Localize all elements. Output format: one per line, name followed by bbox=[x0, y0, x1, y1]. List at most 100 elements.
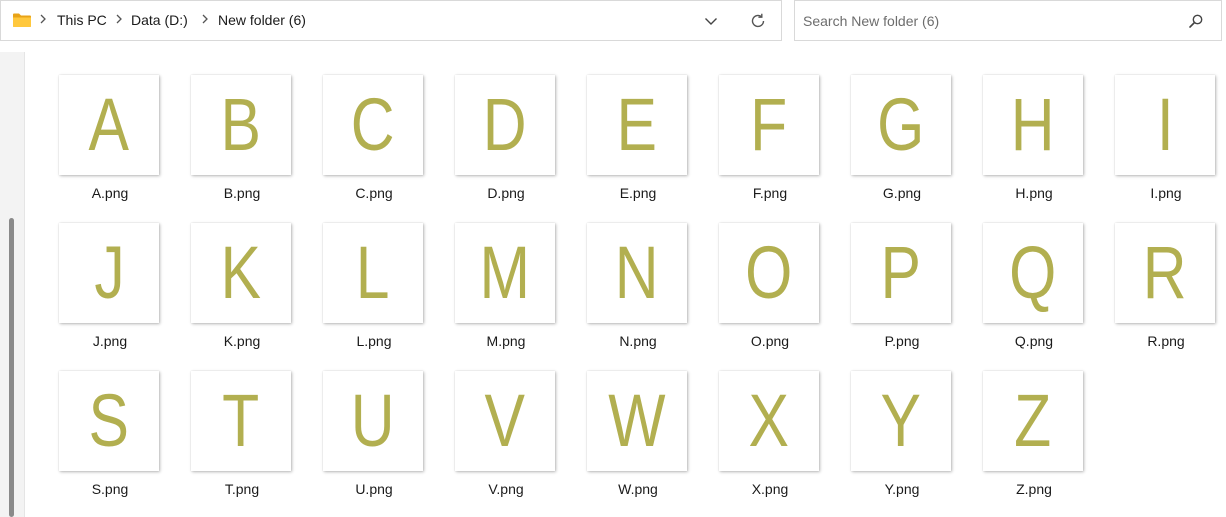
file-item[interactable]: Y Y.png bbox=[842, 364, 962, 504]
file-item[interactable]: T T.png bbox=[182, 364, 302, 504]
file-item[interactable]: F F.png bbox=[710, 68, 830, 208]
file-thumbnail[interactable]: L bbox=[323, 223, 423, 323]
file-item[interactable]: J J.png bbox=[50, 216, 170, 356]
file-thumbnail[interactable]: M bbox=[455, 223, 555, 323]
file-item[interactable]: E E.png bbox=[578, 68, 698, 208]
file-item[interactable]: I I.png bbox=[1106, 68, 1226, 208]
file-thumbnail[interactable]: R bbox=[1115, 223, 1215, 323]
file-name-label[interactable]: H.png bbox=[974, 185, 1094, 201]
file-name-label[interactable]: E.png bbox=[578, 185, 698, 201]
file-thumbnail[interactable]: G bbox=[851, 75, 951, 175]
file-thumbnail[interactable]: Z bbox=[983, 371, 1083, 471]
file-name-label[interactable]: R.png bbox=[1106, 333, 1226, 349]
file-name-label[interactable]: M.png bbox=[446, 333, 566, 349]
file-thumbnail[interactable]: O bbox=[719, 223, 819, 323]
file-item[interactable]: Q Q.png bbox=[974, 216, 1094, 356]
chevron-right-icon[interactable] bbox=[115, 13, 123, 28]
thumbnail-letter: W bbox=[608, 379, 666, 462]
pane-divider[interactable] bbox=[24, 52, 25, 517]
file-name-label[interactable]: C.png bbox=[314, 185, 434, 201]
file-thumbnail[interactable]: E bbox=[587, 75, 687, 175]
file-item[interactable]: V V.png bbox=[446, 364, 566, 504]
file-item[interactable]: C C.png bbox=[314, 68, 434, 208]
file-item[interactable]: A A.png bbox=[50, 68, 170, 208]
file-name-label[interactable]: Y.png bbox=[842, 481, 962, 497]
file-thumbnail[interactable]: X bbox=[719, 371, 819, 471]
file-name-label[interactable]: P.png bbox=[842, 333, 962, 349]
file-name-label[interactable]: O.png bbox=[710, 333, 830, 349]
search-box[interactable] bbox=[794, 0, 1222, 41]
chevron-right-icon[interactable] bbox=[201, 13, 209, 28]
file-item[interactable]: R R.png bbox=[1106, 216, 1226, 356]
breadcrumb-this-pc[interactable]: This PC bbox=[57, 12, 107, 28]
file-name-label[interactable]: X.png bbox=[710, 481, 830, 497]
thumbnail-letter: X bbox=[748, 379, 790, 462]
file-thumbnail[interactable]: C bbox=[323, 75, 423, 175]
file-item[interactable]: D D.png bbox=[446, 68, 566, 208]
file-thumbnail[interactable]: W bbox=[587, 371, 687, 471]
breadcrumb-current-folder[interactable]: New folder (6) bbox=[218, 12, 306, 28]
file-thumbnail[interactable]: N bbox=[587, 223, 687, 323]
file-item[interactable]: U U.png bbox=[314, 364, 434, 504]
file-name-label[interactable]: N.png bbox=[578, 333, 698, 349]
file-name-label[interactable]: V.png bbox=[446, 481, 566, 497]
file-thumbnail[interactable]: U bbox=[323, 371, 423, 471]
file-item[interactable]: M M.png bbox=[446, 216, 566, 356]
chevron-right-icon[interactable] bbox=[39, 13, 47, 28]
file-thumbnail[interactable]: V bbox=[455, 371, 555, 471]
file-thumbnail[interactable]: H bbox=[983, 75, 1083, 175]
file-name-label[interactable]: U.png bbox=[314, 481, 434, 497]
file-item[interactable]: B B.png bbox=[182, 68, 302, 208]
file-name-label[interactable]: A.png bbox=[50, 185, 170, 201]
file-grid: A A.png B B.png C C.png D D.png E E.png F F.png G G.p… bbox=[50, 68, 1226, 517]
file-name-label[interactable]: I.png bbox=[1106, 185, 1226, 201]
file-name-label[interactable]: W.png bbox=[578, 481, 698, 497]
file-name-label[interactable]: Q.png bbox=[974, 333, 1094, 349]
breadcrumb-data-drive[interactable]: Data (D:) bbox=[131, 12, 188, 28]
file-thumbnail[interactable]: J bbox=[59, 223, 159, 323]
address-bar[interactable]: This PC Data (D:) New folder (6) bbox=[0, 0, 782, 41]
refresh-icon[interactable] bbox=[742, 7, 774, 35]
file-item[interactable]: N N.png bbox=[578, 216, 698, 356]
file-thumbnail[interactable]: A bbox=[59, 75, 159, 175]
folder-icon bbox=[12, 12, 32, 28]
file-thumbnail[interactable]: F bbox=[719, 75, 819, 175]
file-item[interactable]: G G.png bbox=[842, 68, 962, 208]
scrollbar-thumb[interactable] bbox=[9, 218, 14, 517]
file-name-label[interactable]: F.png bbox=[710, 185, 830, 201]
file-thumbnail[interactable]: Q bbox=[983, 223, 1083, 323]
file-name-label[interactable]: G.png bbox=[842, 185, 962, 201]
thumbnail-letter: H bbox=[1011, 83, 1055, 166]
file-thumbnail[interactable]: B bbox=[191, 75, 291, 175]
file-name-label[interactable]: S.png bbox=[50, 481, 170, 497]
file-name-label[interactable]: L.png bbox=[314, 333, 434, 349]
thumbnail-letter: B bbox=[220, 83, 262, 166]
file-item[interactable]: S S.png bbox=[50, 364, 170, 504]
file-thumbnail[interactable]: K bbox=[191, 223, 291, 323]
file-item[interactable]: P P.png bbox=[842, 216, 962, 356]
file-item[interactable]: K K.png bbox=[182, 216, 302, 356]
file-item[interactable]: O O.png bbox=[710, 216, 830, 356]
file-item[interactable]: X X.png bbox=[710, 364, 830, 504]
thumbnail-letter: Z bbox=[1014, 379, 1052, 462]
chevron-down-icon[interactable] bbox=[695, 7, 727, 35]
file-item[interactable]: H H.png bbox=[974, 68, 1094, 208]
file-name-label[interactable]: T.png bbox=[182, 481, 302, 497]
file-item[interactable]: Z Z.png bbox=[974, 364, 1094, 504]
file-thumbnail[interactable]: P bbox=[851, 223, 951, 323]
file-thumbnail[interactable]: I bbox=[1115, 75, 1215, 175]
search-icon[interactable] bbox=[1185, 10, 1207, 32]
file-name-label[interactable]: J.png bbox=[50, 333, 170, 349]
thumbnail-letter: P bbox=[880, 231, 922, 314]
file-thumbnail[interactable]: T bbox=[191, 371, 291, 471]
file-item[interactable]: L L.png bbox=[314, 216, 434, 356]
file-name-label[interactable]: Z.png bbox=[974, 481, 1094, 497]
file-thumbnail[interactable]: S bbox=[59, 371, 159, 471]
file-thumbnail[interactable]: Y bbox=[851, 371, 951, 471]
search-input[interactable] bbox=[803, 10, 1173, 32]
file-item[interactable]: W W.png bbox=[578, 364, 698, 504]
file-name-label[interactable]: K.png bbox=[182, 333, 302, 349]
file-thumbnail[interactable]: D bbox=[455, 75, 555, 175]
file-name-label[interactable]: D.png bbox=[446, 185, 566, 201]
file-name-label[interactable]: B.png bbox=[182, 185, 302, 201]
